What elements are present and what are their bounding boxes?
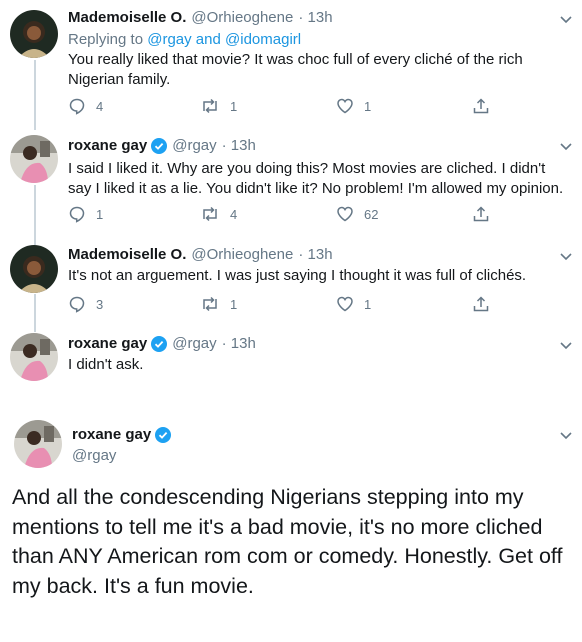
verified-badge-icon: [151, 335, 168, 352]
share-button[interactable]: [472, 205, 490, 223]
tweet-reply-2[interactable]: roxane gay @rgay · 13h I said I liked it…: [0, 125, 582, 235]
retweet-button[interactable]: 4: [200, 205, 237, 223]
user-handle[interactable]: @rgay: [172, 137, 216, 154]
share-button[interactable]: [472, 295, 490, 313]
reply-icon: [69, 98, 85, 115]
heart-icon: [337, 206, 353, 222]
tweet-text: You really liked that movie? It was choc…: [68, 51, 523, 88]
avatar[interactable]: [10, 333, 58, 381]
retweet-button[interactable]: 1: [200, 97, 237, 115]
mention-link[interactable]: @idomagirl: [225, 31, 301, 48]
retweet-icon: [203, 206, 217, 222]
retweet-count: 4: [230, 206, 238, 222]
share-icon: [473, 206, 489, 222]
share-button[interactable]: [472, 97, 490, 115]
replying-to-prefix: Replying to: [68, 31, 148, 48]
user-handle[interactable]: @rgay: [72, 447, 116, 464]
main-avatar[interactable]: [14, 420, 62, 468]
reply-count: 4: [96, 98, 104, 114]
display-name[interactable]: Mademoiselle O.: [68, 246, 186, 263]
like-button[interactable]: 1: [336, 295, 371, 313]
heart-icon: [337, 296, 353, 312]
verified-badge-icon: [155, 426, 172, 443]
tweet-actions: 1 4 62: [68, 205, 498, 225]
share-icon: [473, 296, 489, 312]
chevron-down-icon[interactable]: [558, 12, 574, 28]
chevron-down-icon[interactable]: [558, 139, 574, 155]
tweet-reply-4[interactable]: roxane gay @rgay · 13h I didn't ask.: [0, 327, 582, 387]
like-button[interactable]: 1: [336, 97, 371, 115]
timestamp[interactable]: · 13h: [222, 137, 256, 154]
like-count: 1: [364, 98, 372, 114]
display-name[interactable]: roxane gay: [68, 335, 147, 352]
user-handle[interactable]: @Orhieoghene: [191, 246, 293, 263]
retweet-button[interactable]: 1: [200, 295, 237, 313]
tweet-reply-1[interactable]: Mademoiselle O. @Orhieoghene · 13h Reply…: [0, 0, 582, 125]
timestamp[interactable]: · 13h: [298, 9, 332, 26]
reply-button[interactable]: 4: [68, 97, 103, 115]
chevron-down-icon[interactable]: [558, 249, 574, 265]
tweet-actions: 3 1 1: [68, 295, 498, 315]
replying-to: Replying to @rgay and @idomagirl: [68, 31, 301, 48]
main-tweet-text: And all the condescending Nigerians step…: [12, 485, 563, 598]
share-icon: [473, 98, 489, 114]
like-count: 1: [364, 296, 372, 312]
timestamp[interactable]: · 13h: [222, 335, 256, 352]
display-name[interactable]: roxane gay: [68, 137, 147, 154]
user-handle[interactable]: @rgay: [172, 335, 216, 352]
reply-count: 1: [96, 206, 104, 222]
avatar[interactable]: [10, 135, 58, 183]
timestamp[interactable]: · 13h: [298, 246, 332, 263]
chevron-down-icon[interactable]: [558, 338, 574, 354]
retweet-count: 1: [230, 296, 238, 312]
verified-badge-icon: [151, 137, 168, 154]
display-name[interactable]: Mademoiselle O.: [68, 9, 186, 26]
avatar[interactable]: [10, 10, 58, 58]
retweet-icon: [203, 296, 217, 312]
display-name[interactable]: roxane gay: [72, 426, 151, 443]
retweet-count: 1: [230, 98, 238, 114]
heart-icon: [337, 98, 353, 114]
like-button[interactable]: 62: [336, 205, 378, 223]
tweet-reply-3[interactable]: Mademoiselle O. @Orhieoghene · 13h It's …: [0, 235, 582, 327]
like-count: 62: [364, 206, 379, 222]
tweet-actions: 4 1 1: [68, 97, 498, 117]
tweet-text: It's not an arguement. I was just saying…: [68, 267, 527, 284]
avatar[interactable]: [10, 245, 58, 293]
mention-link[interactable]: @rgay: [147, 31, 191, 48]
reply-icon: [69, 296, 85, 313]
reply-button[interactable]: 3: [68, 295, 103, 313]
chevron-down-icon[interactable]: [558, 428, 574, 444]
retweet-icon: [203, 98, 217, 114]
mention-and: and: [191, 31, 226, 48]
tweet-text: I said I liked it. Why are you doing thi…: [68, 160, 564, 197]
tweet-text: I didn't ask.: [68, 356, 144, 373]
reply-button[interactable]: 1: [68, 205, 103, 223]
reply-icon: [69, 206, 85, 223]
user-handle[interactable]: @Orhieoghene: [191, 9, 293, 26]
reply-count: 3: [96, 296, 104, 312]
